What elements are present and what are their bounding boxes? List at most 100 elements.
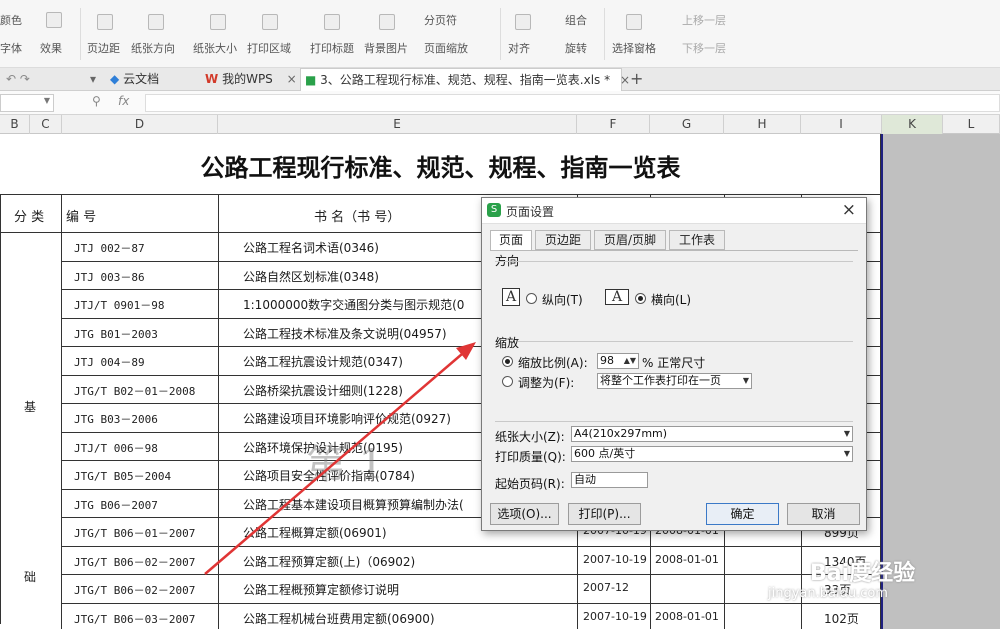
- print-area-button[interactable]: 打印区域: [247, 40, 291, 56]
- page-setup-dialog: S 页面设置 × 页面 页边距 页眉/页脚 工作表 方向 A 纵向(T) A 横…: [481, 197, 867, 531]
- ribbon-separator: [80, 8, 81, 60]
- wps-sheet-icon: S: [487, 203, 501, 217]
- column-c[interactable]: C: [30, 115, 62, 134]
- orientation-icon: [148, 14, 164, 30]
- print-quality-select[interactable]: 600 点/英寸 ▼: [571, 446, 853, 462]
- background-image-button[interactable]: 背景图片: [364, 40, 408, 56]
- tab-label: 云文档: [123, 72, 160, 86]
- print-quality-label: 打印质量(Q):: [495, 450, 566, 464]
- effect-menu[interactable]: 效果: [40, 40, 62, 56]
- tab-page[interactable]: 页面: [490, 230, 532, 251]
- column-k[interactable]: K: [882, 115, 943, 134]
- group-divider: [495, 421, 853, 422]
- margin-icon: [97, 14, 113, 30]
- orientation-button[interactable]: 纸张方向: [131, 40, 175, 56]
- column-h[interactable]: H: [724, 115, 801, 134]
- selection-pane-button[interactable]: 选择窗格: [612, 40, 656, 56]
- paper-size-icon: [210, 14, 226, 30]
- align-button[interactable]: 对齐: [508, 40, 530, 56]
- paper-size-button[interactable]: 纸张大小: [193, 40, 237, 56]
- close-icon[interactable]: ×: [620, 73, 630, 87]
- align-icon: [515, 14, 531, 30]
- scale-value: 98: [600, 354, 614, 367]
- landscape-label: 横向(L): [651, 293, 692, 307]
- spinner-arrows-icon[interactable]: ▲▼: [624, 354, 636, 368]
- column-i[interactable]: I: [801, 115, 882, 134]
- fit-radio[interactable]: [502, 376, 513, 387]
- color-menu[interactable]: 颜色: [0, 12, 22, 28]
- selection-pane-icon: [626, 14, 642, 30]
- tab-menu-chevron-icon[interactable]: ▾: [90, 68, 96, 91]
- document-tab-bar: ↶ ↷ ▾ ◆ 云文档 W 我的WPS × ■ 3、公路工程现行标准、规范、规程…: [0, 68, 1000, 91]
- print-titles-icon: [324, 14, 340, 30]
- new-tab-plus-icon[interactable]: +: [630, 68, 643, 91]
- formula-input[interactable]: [145, 94, 1000, 112]
- chevron-down-icon[interactable]: ▼: [844, 427, 850, 441]
- fx-icon[interactable]: fx: [118, 94, 129, 108]
- paper-size-value: A4(210x297mm): [574, 427, 668, 440]
- font-menu[interactable]: 字体: [0, 40, 22, 56]
- zoom-search-icon[interactable]: ⚲: [92, 94, 101, 108]
- chevron-down-icon[interactable]: ▼: [844, 447, 850, 461]
- tab-cloud-docs[interactable]: ◆ 云文档: [110, 68, 159, 91]
- ribbon-separator: [500, 8, 501, 60]
- tab-border: [490, 250, 858, 251]
- start-page-value: 自动: [574, 473, 596, 486]
- rotate-button[interactable]: 旋转: [565, 40, 587, 56]
- print-button[interactable]: 打印(P)...: [568, 503, 641, 525]
- scale-label: 缩放比例(A):: [518, 356, 588, 370]
- fit-select[interactable]: 将整个工作表打印在一页 ▼: [597, 373, 752, 389]
- tab-worksheet[interactable]: 工作表: [669, 230, 725, 250]
- column-l[interactable]: L: [943, 115, 1000, 134]
- portrait-label: 纵向(T): [542, 293, 583, 307]
- start-page-input[interactable]: 自动: [571, 472, 648, 488]
- tab-my-wps[interactable]: W 我的WPS ×: [205, 68, 297, 91]
- tab-current-workbook[interactable]: ■ 3、公路工程现行标准、规范、规程、指南一览表.xls * ×: [300, 68, 630, 91]
- close-icon[interactable]: ×: [842, 200, 856, 220]
- tab-label: 3、公路工程现行标准、规范、规程、指南一览表.xls *: [320, 73, 611, 87]
- print-titles-button[interactable]: 打印标题: [310, 40, 354, 56]
- page-break-button[interactable]: 分页符: [424, 12, 457, 28]
- ribbon-separator: [604, 8, 605, 60]
- paper-size-select[interactable]: A4(210x297mm) ▼: [571, 426, 853, 442]
- margins-button[interactable]: 页边距: [87, 40, 120, 56]
- chevron-down-icon[interactable]: ▼: [44, 96, 50, 105]
- landscape-icon: A: [605, 289, 629, 305]
- theme-icon[interactable]: [46, 12, 62, 28]
- column-g[interactable]: G: [650, 115, 724, 134]
- page-zoom-button[interactable]: 页面缩放: [424, 40, 468, 56]
- print-quality-value: 600 点/英寸: [574, 447, 636, 460]
- site-watermark-url: jingyan.baidu.com: [768, 586, 888, 601]
- bring-forward-button[interactable]: 上移一层: [682, 12, 726, 28]
- portrait-icon: A: [502, 288, 520, 306]
- name-box[interactable]: ▼: [0, 94, 54, 112]
- group-button[interactable]: 组合: [565, 12, 587, 28]
- group-divider: [495, 261, 853, 262]
- background-image-icon: [379, 14, 395, 30]
- tab-margins[interactable]: 页边距: [535, 230, 591, 250]
- ribbon-toolbar: 颜色 字体 效果 页边距 纸张方向 纸张大小 打印区域 打印标题 背景图片 分页…: [0, 0, 1000, 68]
- group-divider: [518, 341, 853, 342]
- column-d[interactable]: D: [62, 115, 218, 134]
- undo-icon[interactable]: ↶ ↷: [6, 68, 30, 91]
- tab-header-footer[interactable]: 页眉/页脚: [594, 230, 666, 250]
- close-icon[interactable]: ×: [287, 72, 297, 86]
- site-watermark: Bai度经验: [810, 561, 916, 586]
- column-b[interactable]: B: [0, 115, 30, 134]
- options-button[interactable]: 选项(O)...: [490, 503, 559, 525]
- send-backward-button[interactable]: 下移一层: [682, 40, 726, 56]
- chevron-down-icon[interactable]: ▼: [743, 374, 749, 388]
- portrait-radio[interactable]: [526, 293, 537, 304]
- dialog-title: 页面设置: [506, 205, 555, 219]
- tab-label: 我的WPS: [222, 72, 273, 86]
- dialog-titlebar: S 页面设置 ×: [482, 198, 866, 224]
- fit-label: 调整为(F):: [518, 376, 575, 390]
- landscape-radio[interactable]: [635, 293, 646, 304]
- cancel-button[interactable]: 取消: [787, 503, 860, 525]
- scale-radio[interactable]: [502, 356, 513, 367]
- scale-spinner[interactable]: 98 ▲▼: [597, 353, 639, 369]
- paper-size-label: 纸张大小(Z):: [495, 430, 565, 444]
- column-f[interactable]: F: [577, 115, 650, 134]
- column-e[interactable]: E: [218, 115, 577, 134]
- ok-button[interactable]: 确定: [706, 503, 779, 525]
